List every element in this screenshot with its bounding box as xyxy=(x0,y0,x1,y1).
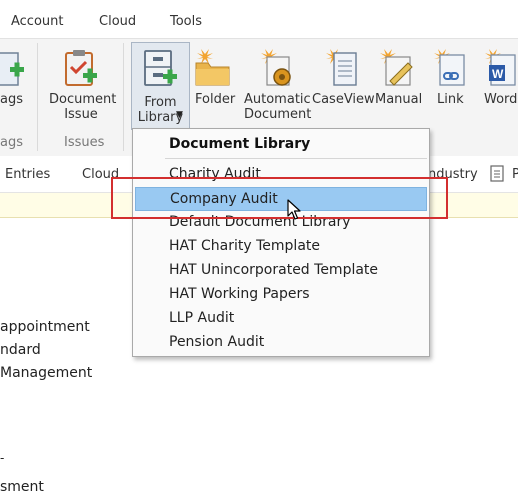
manual-icon xyxy=(380,49,413,86)
tags-icon xyxy=(0,52,24,86)
chevron-down-icon: ▼ xyxy=(176,110,183,120)
group-label-tags: ags xyxy=(0,135,23,150)
mouse-cursor-icon xyxy=(287,199,301,220)
group-separator xyxy=(123,43,124,151)
document-icon[interactable] xyxy=(488,164,508,184)
menu-account[interactable]: Account xyxy=(11,14,64,29)
list-item[interactable]: appointment xyxy=(0,319,90,335)
menu-tools[interactable]: Tools xyxy=(170,14,202,29)
list-item[interactable]: Management xyxy=(0,365,92,381)
tab-cutoff-label[interactable]: P xyxy=(512,167,518,182)
link-icon xyxy=(434,49,465,86)
tab-entries[interactable]: Entries xyxy=(5,167,50,182)
folder-icon xyxy=(195,49,230,86)
highlight-box xyxy=(111,177,448,219)
dropdown-item-hat-unincorporated-template[interactable]: HAT Unincorporated Template xyxy=(135,259,427,283)
group-separator xyxy=(37,43,38,151)
menu-cloud[interactable]: Cloud xyxy=(99,14,136,29)
list-item[interactable]: sment xyxy=(0,479,44,495)
word-icon: W xyxy=(485,49,516,86)
caseview-icon xyxy=(326,49,357,86)
document-issue-icon xyxy=(65,50,97,86)
dropdown-item-hat-charity-template[interactable]: HAT Charity Template xyxy=(135,235,427,259)
dropdown-item-llp-audit[interactable]: LLP Audit xyxy=(135,307,427,331)
from-library-button[interactable]: From Library ▼ xyxy=(131,42,190,130)
from-library-icon xyxy=(144,50,177,86)
list-item[interactable]: - xyxy=(0,451,4,465)
svg-text:W: W xyxy=(492,67,504,81)
dropdown-header: Document Library xyxy=(169,136,311,152)
automatic-document-icon xyxy=(261,49,291,86)
document-library-dropdown: Document Library Charity Audit Company A… xyxy=(132,128,430,357)
dropdown-divider xyxy=(165,158,427,159)
dropdown-item-hat-working-papers[interactable]: HAT Working Papers xyxy=(135,283,427,307)
list-item[interactable]: ndard xyxy=(0,342,41,358)
dropdown-item-pension-audit[interactable]: Pension Audit xyxy=(135,331,427,355)
menu-bar: Account Cloud Tools xyxy=(0,0,518,38)
group-label-issues: Issues xyxy=(64,135,105,150)
